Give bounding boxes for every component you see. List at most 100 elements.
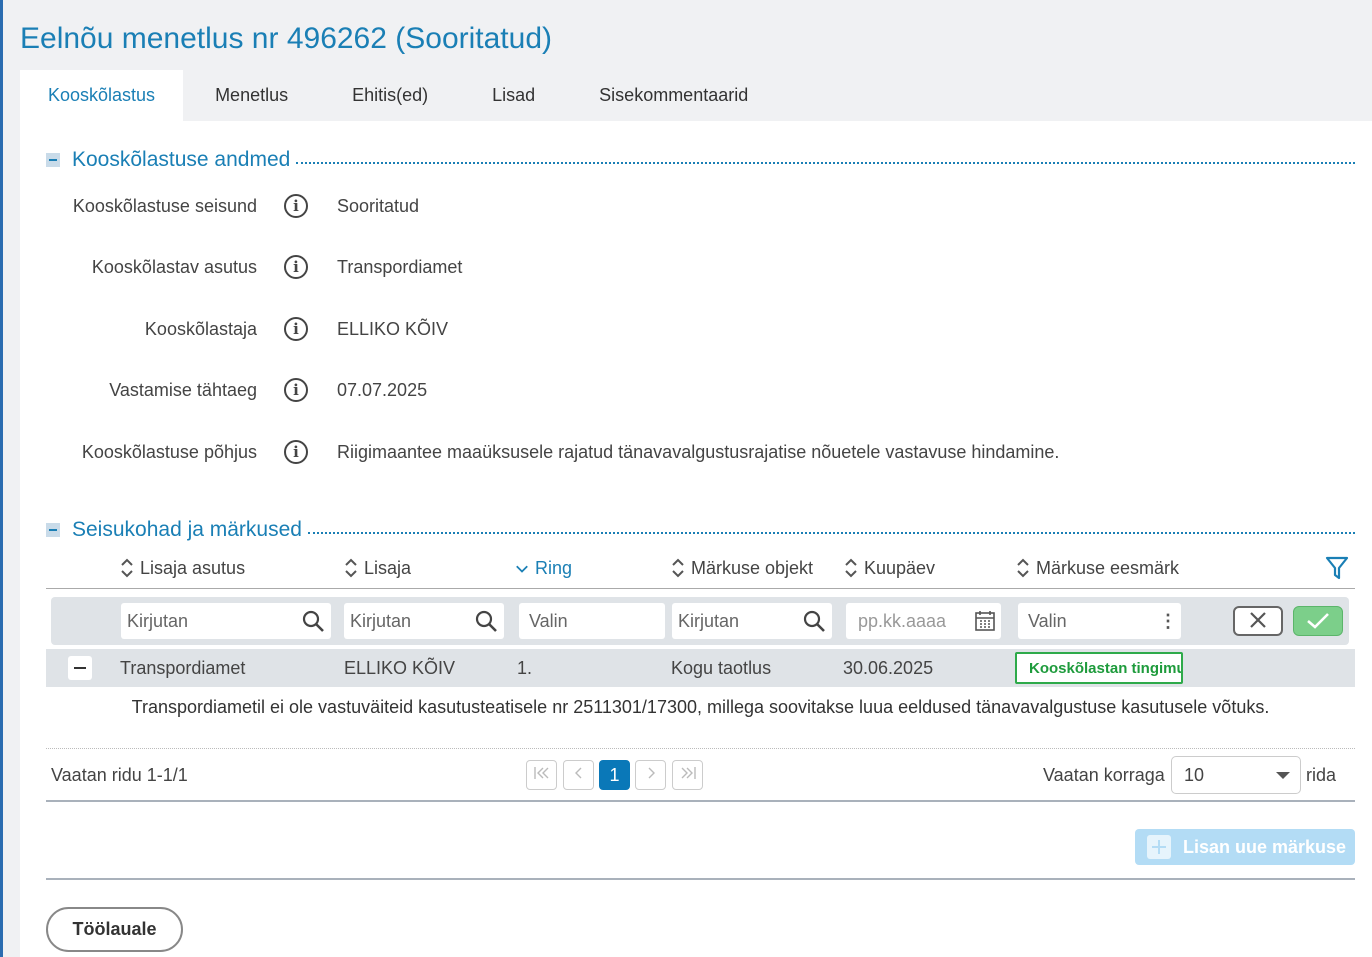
info-icon[interactable]: i: [284, 317, 308, 341]
filter-ring-select[interactable]: Valin: [519, 603, 665, 639]
next-page-button[interactable]: [635, 760, 666, 790]
column-label: Lisaja: [364, 557, 412, 578]
section-kooskolastuse-andmed: Kooskõlastuse andmed: [46, 148, 1355, 172]
field-asutus: Kooskõlastav asutus i Transpordiamet: [20, 253, 1320, 283]
section-divider: [307, 532, 1355, 534]
sort-icon: [345, 558, 357, 578]
sort-icon: [845, 558, 857, 578]
add-remark-button[interactable]: Lisan uue märkuse: [1135, 829, 1355, 865]
filter-markuse-objekt-input[interactable]: Kirjutan: [672, 603, 832, 639]
page-title: Eelnõu menetlus nr 496262 (Sooritatud): [20, 22, 553, 55]
search-icon[interactable]: [474, 609, 498, 633]
cell-kuupaev: 30.06.2025: [843, 658, 934, 678]
field-value: Transpordiamet: [337, 257, 463, 277]
first-page-icon: [533, 767, 548, 779]
tab-kooskolastus[interactable]: Kooskõlastus: [20, 70, 184, 121]
filter-row: Kirjutan Kirjutan Valin Kirjutan pp.kk.a…: [51, 597, 1349, 645]
search-icon[interactable]: [301, 609, 325, 633]
info-icon[interactable]: i: [284, 255, 308, 279]
cell-lisaja-asutus: Transpordiamet: [120, 658, 246, 678]
field-value: ELLIKO KÕIV: [337, 319, 449, 339]
field-value: 07.07.2025: [337, 380, 428, 400]
column-kuupaev[interactable]: Kuupäev: [844, 557, 935, 579]
field-tahtaeg: Vastamise tähtaeg i 07.07.2025: [20, 376, 1320, 406]
column-markuse-eesmark[interactable]: Märkuse eesmärk: [1016, 557, 1179, 579]
filter-lisaja-input[interactable]: Kirjutan: [344, 603, 504, 639]
filter-eesmark-select[interactable]: Valin ⋮: [1018, 603, 1181, 639]
cell-lisaja: ELLIKO KÕIV: [344, 658, 456, 678]
chevron-right-icon: [648, 767, 655, 779]
sort-icon: [1017, 558, 1029, 578]
main-panel: Kooskõlastuse andmed Kooskõlastuse seisu…: [20, 121, 1372, 957]
sort-icon: [672, 558, 684, 578]
page-button-1[interactable]: 1: [599, 760, 630, 790]
filter-icon[interactable]: [1325, 555, 1349, 581]
column-label: Kuupäev: [864, 557, 936, 578]
placeholder: Kirjutan: [350, 611, 412, 631]
prev-page-button[interactable]: [563, 760, 594, 790]
column-label: Ring: [535, 557, 573, 578]
apply-filter-button[interactable]: [1293, 606, 1343, 636]
field-label: Kooskõlastaja: [144, 319, 257, 339]
table-header: Lisaja asutus Lisaja Ring Märkuse objekt…: [46, 549, 1355, 589]
column-lisaja-asutus[interactable]: Lisaja asutus: [120, 557, 245, 579]
chevron-left-icon: [574, 767, 581, 779]
placeholder: Valin: [1028, 611, 1067, 631]
collapse-icon[interactable]: [46, 523, 60, 537]
row-detail: Transpordiametil ei ole vastuväiteid kas…: [46, 687, 1355, 749]
sort-icon: [121, 558, 133, 578]
check-icon: [1307, 613, 1329, 629]
collapse-icon[interactable]: [46, 153, 60, 167]
status-badge: Kooskõlastan tingimu: [1015, 652, 1183, 684]
close-icon: [1250, 612, 1266, 628]
search-icon[interactable]: [802, 609, 826, 633]
divider: [46, 878, 1355, 880]
more-icon[interactable]: ⋮: [1159, 611, 1177, 632]
sort-desc-icon: [516, 565, 528, 573]
field-seisund: Kooskõlastuse seisund i Sooritatud: [20, 192, 1320, 222]
row-detail-text: Transpordiametil ei ole vastuväiteid kas…: [131, 697, 1270, 717]
per-page-label: Vaatan korraga: [1043, 765, 1165, 785]
window-edge: [0, 0, 3, 957]
field-label: Vastamise tähtaeg: [109, 380, 257, 400]
last-page-button[interactable]: [672, 760, 703, 790]
back-to-dashboard-button[interactable]: Töölauale: [46, 907, 183, 952]
per-page-value: 10: [1184, 765, 1205, 785]
info-icon[interactable]: i: [284, 194, 308, 218]
info-icon[interactable]: i: [284, 440, 308, 464]
tab-lisad[interactable]: Lisad: [460, 70, 567, 121]
pagination-bar: Vaatan ridu 1-1/1 1 Vaatan korraga 10 ri…: [46, 749, 1355, 802]
field-label: Kooskõlastav asutus: [91, 257, 257, 277]
first-page-button[interactable]: [526, 760, 557, 790]
tab-bar: Kooskõlastus Menetlus Ehitis(ed) Lisad S…: [20, 70, 780, 121]
per-page-suffix: rida: [1306, 765, 1337, 785]
placeholder: pp.kk.aaaa: [858, 611, 947, 631]
field-value: Sooritatud: [337, 196, 420, 216]
column-markuse-objekt[interactable]: Märkuse objekt: [671, 557, 813, 579]
filter-kuupaev-input[interactable]: pp.kk.aaaa: [846, 603, 1001, 639]
section-title: Kooskõlastuse andmed: [72, 148, 291, 171]
clear-filter-button[interactable]: [1233, 606, 1283, 636]
placeholder: Kirjutan: [678, 611, 740, 631]
plus-icon: [1147, 835, 1171, 859]
placeholder: Kirjutan: [127, 611, 189, 631]
field-kooskolastaja: Kooskõlastaja i ELLIKO KÕIV: [20, 315, 1320, 345]
collapse-row-icon[interactable]: [68, 656, 92, 680]
table-row[interactable]: Transpordiamet ELLIKO KÕIV 1. Kogu taotl…: [46, 649, 1355, 687]
tab-menetlus[interactable]: Menetlus: [183, 70, 320, 121]
column-ring[interactable]: Ring: [515, 557, 572, 579]
per-page-select[interactable]: 10: [1171, 756, 1301, 794]
field-value: Riigimaantee maaüksusele rajatud tänavav…: [337, 442, 1060, 462]
column-lisaja[interactable]: Lisaja: [344, 557, 411, 579]
column-label: Lisaja asutus: [140, 557, 246, 578]
pager-info: Vaatan ridu 1-1/1: [51, 765, 188, 785]
field-pohjus: Kooskõlastuse põhjus i Riigimaantee maaü…: [20, 438, 1320, 468]
filter-lisaja-asutus-input[interactable]: Kirjutan: [121, 603, 331, 639]
field-label: Kooskõlastuse seisund: [72, 196, 257, 216]
section-divider: [296, 162, 1355, 164]
tab-sisekommentaarid[interactable]: Sisekommentaarid: [567, 70, 780, 121]
info-icon[interactable]: i: [284, 378, 308, 402]
tab-ehitised[interactable]: Ehitis(ed): [320, 70, 460, 121]
calendar-icon[interactable]: [975, 610, 995, 632]
last-page-icon: [681, 767, 696, 779]
